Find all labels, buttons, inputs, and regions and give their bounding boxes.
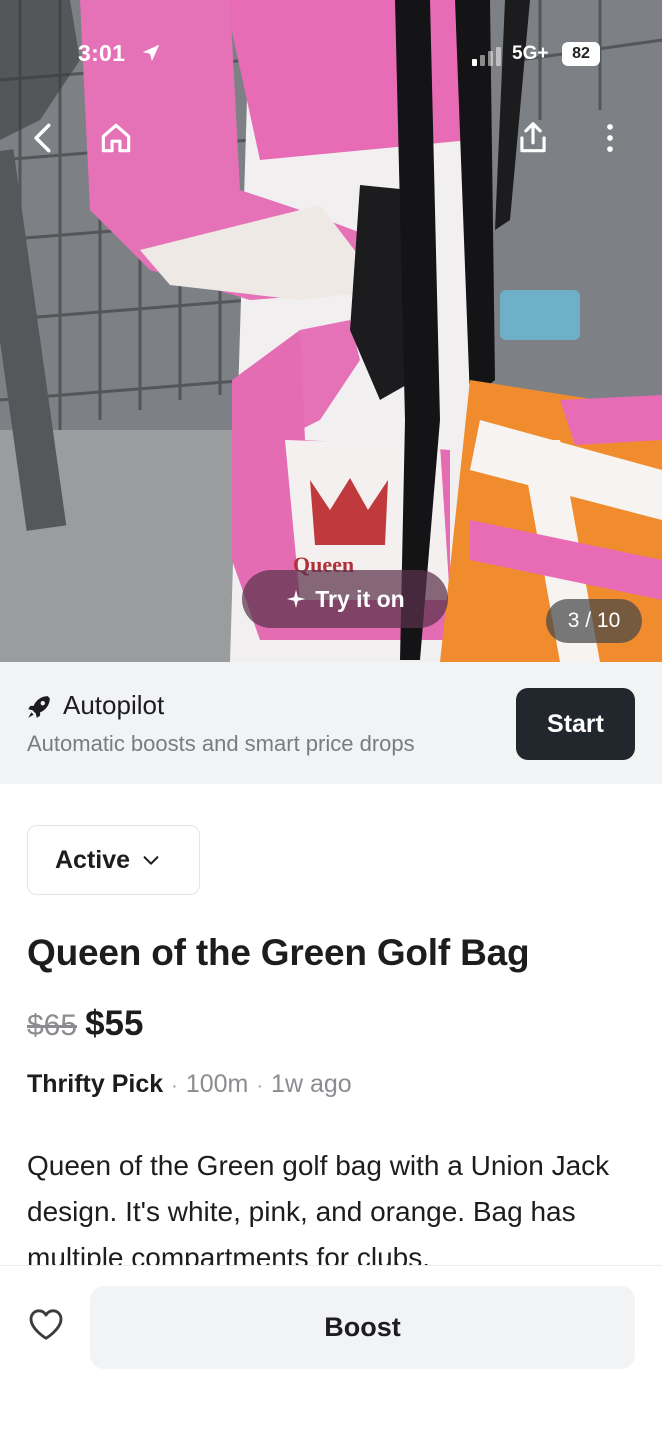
price-row: $65 $55	[27, 1004, 143, 1044]
original-price: $65	[27, 1009, 78, 1042]
favorite-button[interactable]	[24, 1303, 68, 1347]
more-options-button[interactable]	[584, 112, 636, 164]
listing-description: Queen of the Green golf bag with a Union…	[27, 1150, 610, 1265]
photo-page-indicator: 3 / 10	[546, 599, 642, 643]
share-button[interactable]	[507, 112, 559, 164]
listing-age: 1w ago	[271, 1070, 352, 1098]
heart-icon	[29, 1309, 63, 1340]
home-button[interactable]	[90, 112, 142, 164]
autopilot-subtitle: Automatic boosts and smart price drops	[27, 731, 415, 756]
cellular-signal-icon	[472, 47, 501, 66]
chevron-left-icon	[34, 123, 51, 153]
listing-status-value: Active	[55, 845, 131, 874]
chevron-down-icon	[143, 856, 159, 865]
boost-button[interactable]: Boost	[90, 1286, 635, 1369]
sparkle-icon	[287, 589, 306, 609]
status-time: 3:01	[78, 40, 126, 66]
autopilot-start-button[interactable]: Start	[516, 688, 635, 760]
back-button[interactable]	[18, 112, 70, 164]
listing-title: Queen of the Green Golf Bag	[27, 932, 530, 973]
try-it-on-label: Try it on	[315, 585, 405, 612]
current-price: $55	[85, 1004, 144, 1043]
home-icon	[101, 123, 131, 153]
location-arrow-icon	[142, 44, 160, 62]
autopilot-title: Autopilot	[63, 690, 165, 720]
product-photo[interactable]: Queen 3:01 5G+ 82 Try it on 3 / 10	[0, 0, 662, 662]
listing-status-dropdown[interactable]: Active	[27, 825, 200, 895]
meta-separator: ·	[171, 1075, 178, 1097]
share-icon	[520, 122, 546, 153]
status-bar: 3:01 5G+ 82	[0, 0, 662, 110]
meta-separator: ·	[256, 1075, 264, 1097]
battery-indicator: 82	[562, 42, 600, 66]
seller-name[interactable]: Thrifty Pick	[27, 1070, 163, 1099]
listing-distance: 100m	[185, 1070, 249, 1098]
network-type: 5G+	[512, 43, 549, 64]
rocket-icon	[28, 696, 50, 718]
try-it-on-button[interactable]: Try it on	[242, 570, 448, 628]
listing-meta: Thrifty Pick · 100m · 1w ago	[27, 1070, 352, 1099]
more-vertical-icon	[607, 124, 613, 152]
